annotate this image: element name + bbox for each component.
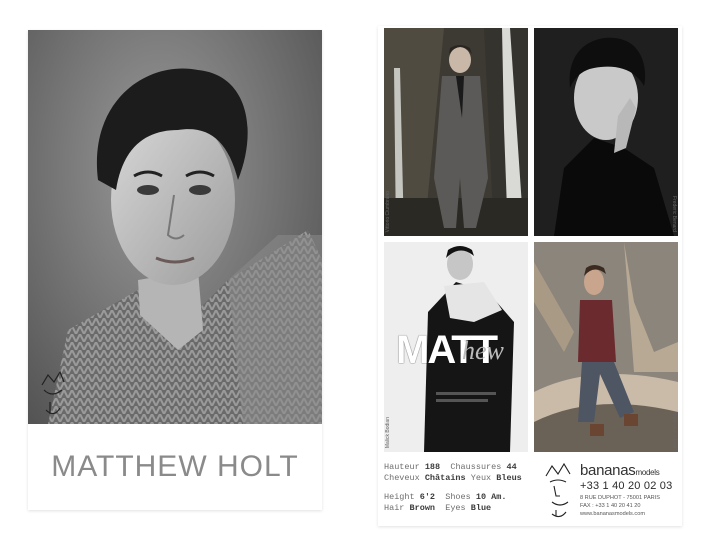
photo-credit: Kamran Haddad xyxy=(671,411,677,448)
agency-phone: +33 1 40 20 02 03 xyxy=(580,480,673,492)
agency-brand: bananasmodels xyxy=(580,462,660,479)
stats-row-height-shoes: Hauteur 188 Chaussures 44 xyxy=(384,462,544,473)
shoes-value-en: 10 Am. xyxy=(475,492,507,502)
agency-address: 8 RUE DUPHOT - 75001 PARIS xyxy=(580,495,660,501)
eyes-value: Bleus xyxy=(496,473,522,483)
headshot-photo xyxy=(28,30,322,424)
agency-website[interactable]: www.bananasmodels.com xyxy=(580,511,645,517)
photo-credit: Vittorio Ciumbrano xyxy=(385,190,391,232)
height-label-en: Height xyxy=(384,492,415,502)
agency-face-logo xyxy=(545,462,571,518)
agency-contact: bananasmodels +33 1 40 20 02 03 8 RUE DU… xyxy=(538,458,682,524)
photo-outdoor-tree: Kamran Haddad xyxy=(534,242,678,452)
stats-row-hair-eyes: Cheveux Châtains Yeux Bleus xyxy=(384,473,544,484)
shoes-label: Chaussures xyxy=(450,462,502,472)
photo-suit-waterfall: Vittorio Ciumbrano xyxy=(384,28,528,236)
stats-row-height-shoes-imperial: Height 6'2 Shoes 10 Am. xyxy=(384,492,544,503)
model-measurements: Hauteur 188 Chaussures 44 Cheveux Châtai… xyxy=(384,462,544,514)
hair-label-en: Hair xyxy=(384,503,405,513)
shoes-value: 44 xyxy=(506,462,517,472)
height-value-en: 6'2 xyxy=(419,492,436,502)
eyes-value-en: Blue xyxy=(470,503,492,513)
photo-magazine-cover: MATT hew Malick Bodian xyxy=(384,242,528,452)
agency-fax: FAX : +33 1 40 20 41 20 xyxy=(580,503,641,509)
shoes-label-en: Shoes xyxy=(445,492,471,502)
photo-credit: Frederic Benard xyxy=(671,196,677,232)
height-value: 188 xyxy=(424,462,441,472)
model-name: MATTHEW HOLT xyxy=(51,450,299,483)
hair-label: Cheveux xyxy=(384,473,420,483)
right-composite-card: Vittorio Ciumbrano Frederic Benard MATT … xyxy=(378,26,682,526)
eyes-label-en: Eyes xyxy=(445,503,466,513)
hair-value: Châtains xyxy=(424,473,466,483)
photo-credit: Malick Bodian xyxy=(385,416,391,448)
magazine-script: hew xyxy=(462,336,504,365)
hair-value-en: Brown xyxy=(409,503,436,513)
stats-row-hair-eyes-imperial: Hair Brown Eyes Blue xyxy=(384,503,544,514)
eyes-label: Yeux xyxy=(470,473,492,483)
left-composite-card: MATTHEW HOLT xyxy=(28,30,322,510)
height-label: Hauteur xyxy=(384,462,420,472)
photo-studio-portrait: Frederic Benard xyxy=(534,28,678,236)
